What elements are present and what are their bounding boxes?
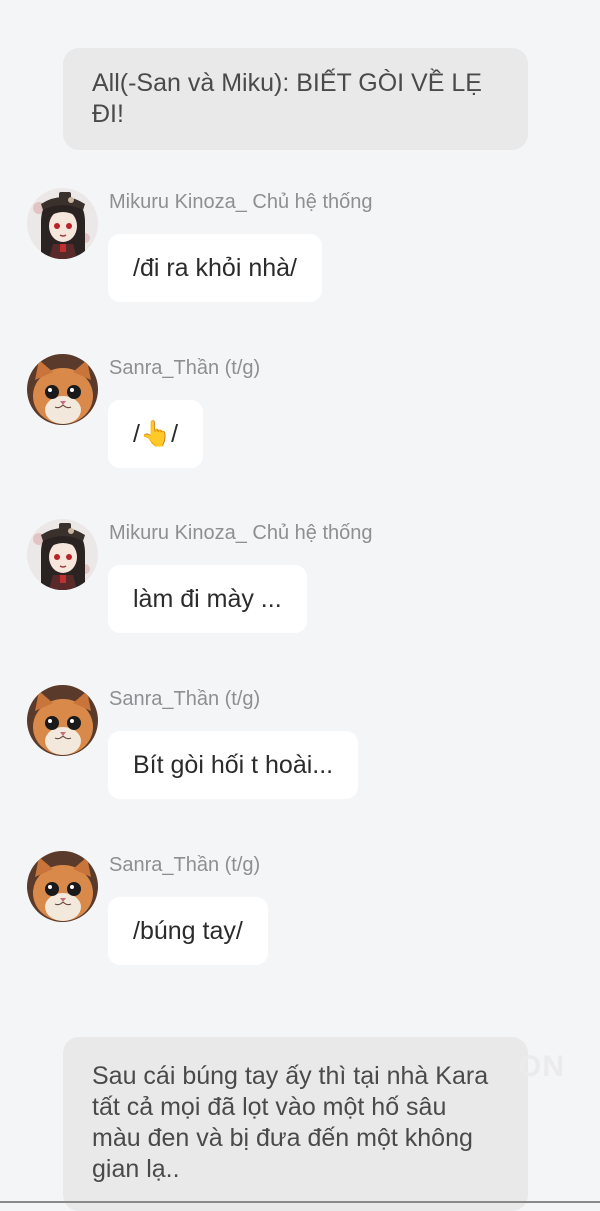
sender-name: Mikuru Kinoza_ Chủ hệ thống [109,191,373,213]
message-bubble[interactable]: /👆/ [108,400,204,468]
message-bubble[interactable]: /đi ra khỏi nhà/ [108,234,322,302]
cat-avatar-icon[interactable] [27,685,98,756]
narration-text: All(-San và Miku): BIẾT GÒI VỀ LẸ ĐI! [92,69,482,128]
cat-avatar-icon[interactable] [27,851,98,922]
message-bubble[interactable]: Bít gòi hối t hoài... [108,731,359,799]
cat-avatar-icon[interactable] [27,354,98,425]
watermark: ON [518,1050,565,1083]
sender-name: Mikuru Kinoza_ Chủ hệ thống [109,522,373,544]
message-bubble[interactable]: /búng tay/ [108,897,268,965]
sender-name: Sanra_Thần (t/g) [109,854,261,876]
narration-text: Sau cái búng tay ấy thì tại nhà Kara tất… [92,1062,489,1183]
narration-bubble: Sau cái búng tay ấy thì tại nhà Kara tất… [63,1037,528,1211]
message-bubble[interactable]: làm đi mày ... [108,565,307,633]
sender-name: Sanra_Thần (t/g) [109,357,261,379]
anime-girl-avatar-icon[interactable] [27,188,98,259]
narration-bubble: All(-San và Miku): BIẾT GÒI VỀ LẸ ĐI! [63,48,528,150]
anime-girl-avatar-icon[interactable] [27,519,98,590]
sender-name: Sanra_Thần (t/g) [109,688,261,710]
